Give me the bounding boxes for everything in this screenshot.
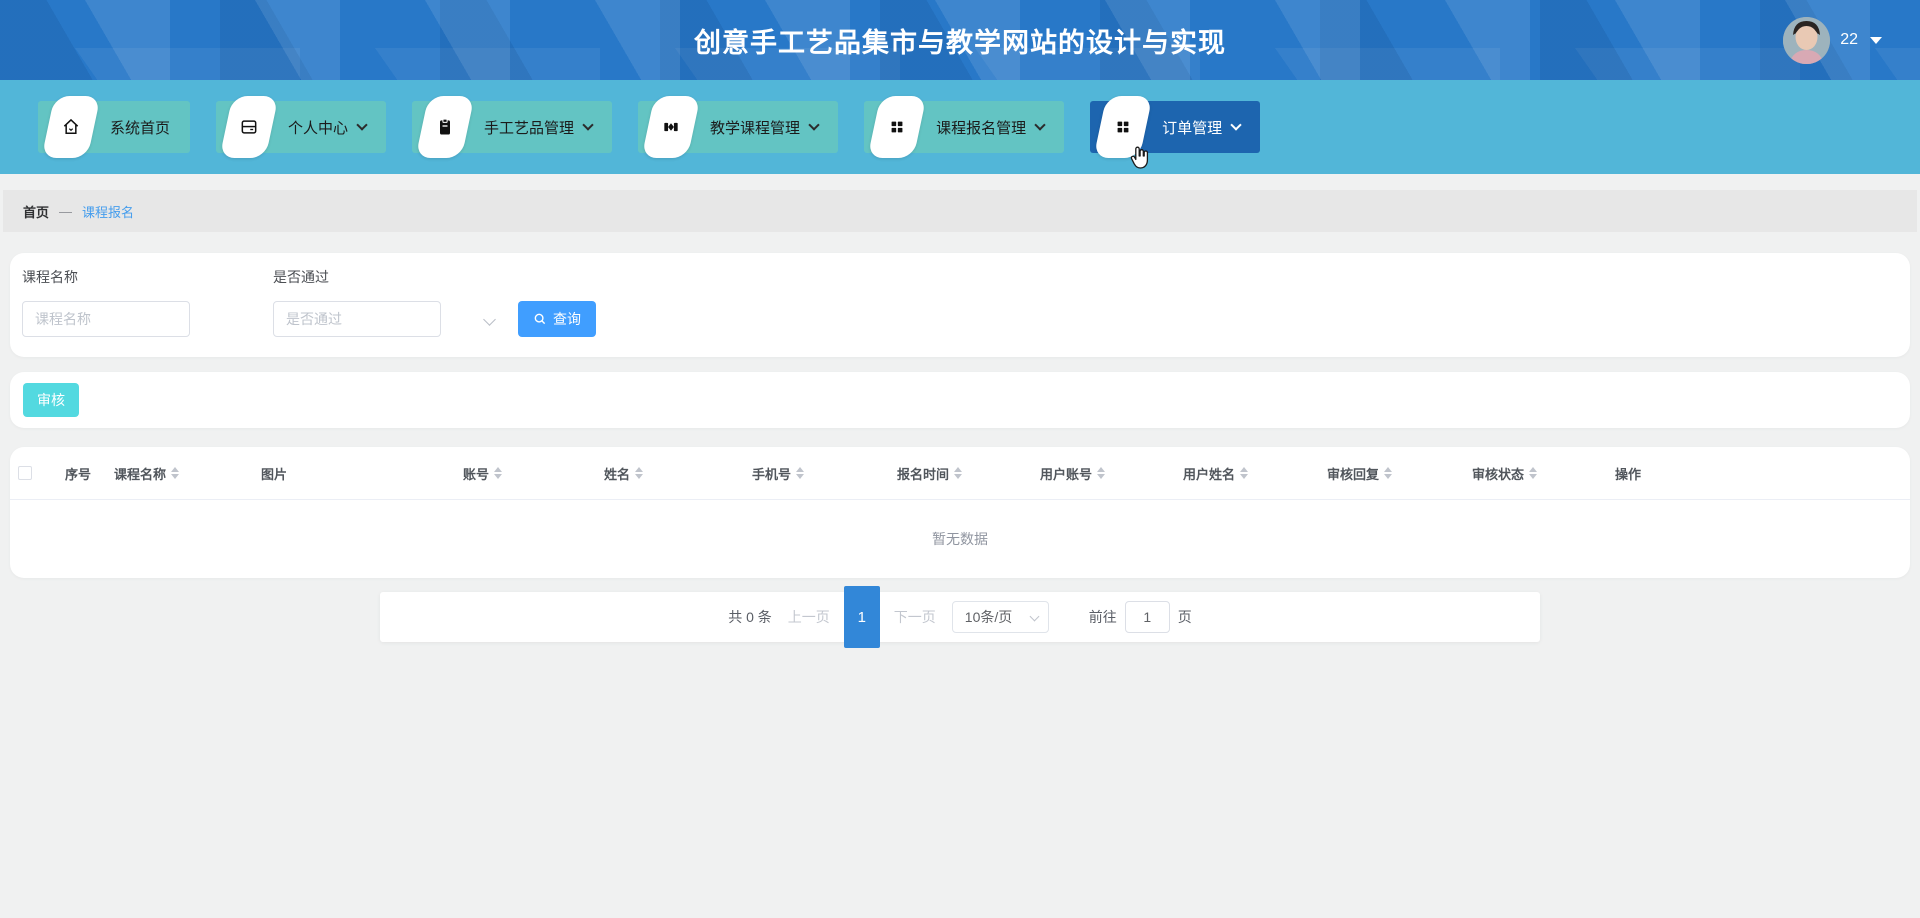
sort-icon[interactable] [796, 467, 804, 479]
nav-item-enrollment-mgmt[interactable]: 课程报名管理 [864, 101, 1064, 153]
col-user-name[interactable]: 用户姓名 [1173, 464, 1317, 483]
nav-item-personal-center[interactable]: 个人中心 [216, 101, 386, 153]
col-user-account[interactable]: 用户账号 [1030, 464, 1173, 483]
query-button[interactable]: 查询 [518, 301, 596, 337]
sort-icon[interactable] [494, 467, 502, 479]
course-name-input[interactable] [22, 301, 190, 337]
col-index: 序号 [55, 464, 104, 483]
table-header-checkbox-cell [10, 466, 55, 480]
course-name-label: 课程名称 [22, 267, 78, 287]
chevron-down-icon [808, 119, 819, 130]
table-header-row: 序号 课程名称 图片 账号 姓名 手机号 报名时间 用户账号 [10, 447, 1910, 500]
pass-status-select[interactable]: 是否通过 [273, 301, 441, 337]
prev-page-button[interactable]: 上一页 [788, 607, 830, 627]
personal-center-icon [219, 96, 278, 158]
select-chevron-down-icon[interactable] [483, 313, 496, 326]
chevron-down-icon [1230, 119, 1241, 130]
search-panel: 课程名称 是否通过 是否通过 查询 [10, 253, 1910, 357]
pass-status-select-placeholder: 是否通过 [286, 309, 342, 329]
grid-icon [1093, 96, 1152, 158]
col-actions: 操作 [1605, 464, 1910, 483]
app-header: 创意手工艺品集市与教学网站的设计与实现 22 [0, 0, 1920, 80]
sort-icon[interactable] [171, 467, 179, 479]
nav-item-label: 课程报名管理 [936, 117, 1026, 138]
nav-item-label: 系统首页 [110, 117, 170, 138]
col-account[interactable]: 账号 [453, 464, 594, 483]
nav-item-order-mgmt[interactable]: 订单管理 [1090, 101, 1260, 153]
nav-item-system-home[interactable]: 系统首页 [38, 101, 190, 153]
avatar[interactable] [1783, 17, 1830, 64]
col-image: 图片 [251, 464, 453, 483]
page-title: 创意手工艺品集市与教学网站的设计与实现 [694, 21, 1226, 60]
main-nav: 系统首页 个人中心 手工艺品管理 教学课程管 [0, 80, 1920, 174]
sort-icon[interactable] [1240, 467, 1248, 479]
query-button-label: 查询 [553, 309, 581, 329]
home-icon [41, 96, 100, 158]
nav-item-course-mgmt[interactable]: 教学课程管理 [638, 101, 838, 153]
chevron-down-icon [356, 119, 367, 130]
col-signup-time[interactable]: 报名时间 [887, 464, 1030, 483]
pagination-total: 共 0 条 [728, 607, 772, 627]
nav-item-handicraft-mgmt[interactable]: 手工艺品管理 [412, 101, 612, 153]
grid-icon [867, 96, 926, 158]
nav-item-label: 订单管理 [1162, 117, 1222, 138]
col-audit-status[interactable]: 审核状态 [1462, 464, 1605, 483]
breadcrumb-current[interactable]: 课程报名 [82, 202, 134, 221]
chevron-down-icon [1034, 119, 1045, 130]
toolbar-panel: 审核 [10, 372, 1910, 428]
sort-icon[interactable] [635, 467, 643, 479]
sort-icon[interactable] [1097, 467, 1105, 479]
chevron-down-icon [1029, 612, 1039, 622]
nav-item-label: 手工艺品管理 [484, 117, 574, 138]
sort-icon[interactable] [1529, 467, 1537, 479]
clipboard-icon [415, 96, 474, 158]
sort-icon[interactable] [1384, 467, 1392, 479]
select-all-checkbox[interactable] [18, 466, 32, 480]
sort-icon[interactable] [954, 467, 962, 479]
user-menu[interactable]: 22 [1783, 0, 1882, 80]
col-name[interactable]: 姓名 [594, 464, 742, 483]
user-name[interactable]: 22 [1840, 31, 1858, 49]
col-audit-reply[interactable]: 审核回复 [1317, 464, 1462, 483]
chevron-down-icon [582, 119, 593, 130]
breadcrumb-home[interactable]: 首页 [23, 202, 49, 221]
next-page-button[interactable]: 下一页 [894, 607, 936, 627]
search-icon [533, 312, 547, 326]
goto-unit-label: 页 [1178, 607, 1192, 627]
audit-button[interactable]: 审核 [23, 383, 79, 417]
table-empty-state: 暂无数据 [10, 500, 1910, 577]
col-phone[interactable]: 手机号 [742, 464, 887, 483]
page-size-value: 10条/页 [965, 607, 1012, 627]
film-icon [641, 96, 700, 158]
goto-label: 前往 [1089, 607, 1117, 627]
pass-status-label: 是否通过 [273, 267, 329, 287]
breadcrumb-separator: — [59, 204, 72, 219]
user-dropdown-caret-icon[interactable] [1870, 37, 1882, 44]
breadcrumb: 首页 — 课程报名 [3, 190, 1917, 232]
data-table: 序号 课程名称 图片 账号 姓名 手机号 报名时间 用户账号 [10, 447, 1910, 578]
nav-item-label: 教学课程管理 [710, 117, 800, 138]
col-course-name[interactable]: 课程名称 [104, 464, 251, 483]
current-page-button[interactable]: 1 [844, 586, 880, 648]
pagination: 共 0 条 上一页 1 下一页 10条/页 前往 页 [380, 592, 1540, 642]
page-size-select[interactable]: 10条/页 [952, 601, 1049, 633]
nav-item-label: 个人中心 [288, 117, 348, 138]
goto-page-input[interactable] [1125, 601, 1170, 633]
